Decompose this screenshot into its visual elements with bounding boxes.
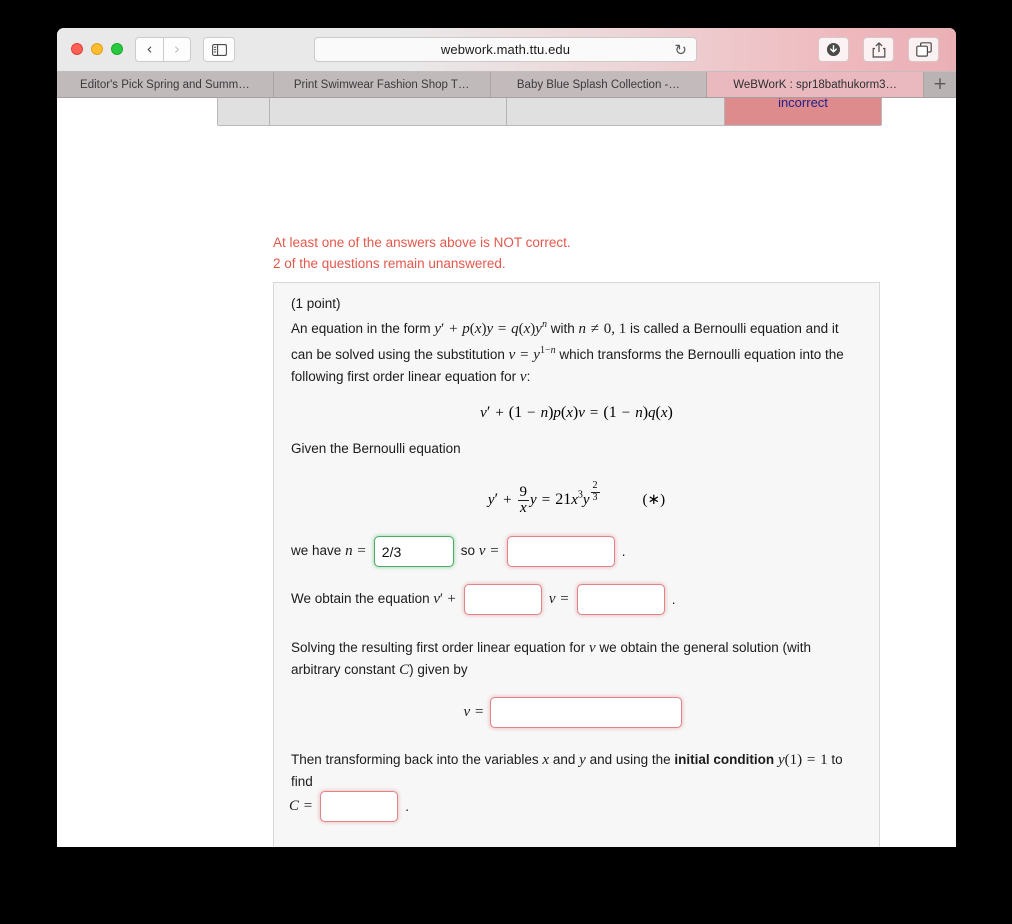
n-answer-row: we have n = so v = . (291, 536, 862, 568)
transform-back-paragraph: Then transforming back into the variable… (291, 749, 862, 792)
star-label: (∗) (642, 492, 666, 508)
fraction-2-over-3: 23 (590, 480, 600, 503)
C-equals-label: C = (289, 798, 313, 815)
new-tab-button[interactable]: + (924, 72, 956, 97)
browser-toolbar: ‹ › webwork.math.ttu.edu ↻ (57, 28, 956, 72)
display-equation-given-bernoulli: y′ + 9xy = 21x3y 2 3 (∗) (487, 480, 666, 516)
tab-label: WeBWorK : spr18bathukorm3… (733, 78, 898, 91)
tab-label: Baby Blue Splash Collection -… (516, 78, 680, 91)
show-all-tabs-button[interactable] (908, 37, 939, 62)
show-sidebar-button[interactable] (203, 37, 235, 62)
browser-tab-3[interactable]: Baby Blue Splash Collection -… (490, 72, 708, 97)
C-answer-input[interactable] (320, 791, 399, 823)
inline-math-x: x (542, 752, 550, 769)
page-viewport: incorrect At least one of the answers ab… (57, 98, 956, 847)
score-cell-2 (270, 98, 507, 125)
score-cell-1 (218, 98, 270, 125)
transform-and: and (552, 752, 576, 768)
close-window-button[interactable] (71, 43, 83, 55)
warning-message-1: At least one of the answers above is NOT… (273, 235, 571, 250)
inline-math-v: v (519, 369, 527, 385)
problem-panel: (1 point) An equation in the form y′ + p… (273, 282, 880, 847)
intro-text-b: with (550, 321, 575, 336)
C-answer-row: C = . (289, 791, 862, 823)
inline-math-n-condition: n ≠ 0, 1 (578, 321, 627, 337)
v-equals-label-2: v = (463, 704, 484, 721)
v-general-solution-input[interactable] (490, 697, 683, 729)
browser-tab-4-active[interactable]: WeBWorK : spr18bathukorm3… (707, 72, 924, 97)
score-cell-3 (507, 98, 725, 125)
n-answer-input[interactable] (373, 536, 454, 568)
transform-text-a: Then transforming back into the variable… (291, 752, 539, 768)
tabs-icon (915, 42, 932, 57)
initial-condition-label: initial condition (674, 752, 775, 768)
share-icon (872, 41, 885, 58)
so-v-label: so v = (460, 543, 499, 560)
rhs-v-input[interactable] (576, 584, 665, 616)
v-substitution-input[interactable] (506, 536, 615, 568)
chevron-right-icon: › (174, 40, 180, 58)
address-bar[interactable]: webwork.math.ttu.edu ↻ (314, 37, 697, 62)
browser-tab-2[interactable]: Print Swimwear Fashion Shop T… (273, 72, 491, 97)
minimize-window-button[interactable] (91, 43, 103, 55)
chevron-left-icon: ‹ (146, 40, 153, 58)
we-obtain-label: We obtain the equation v′ + (291, 591, 456, 608)
transform-text-b: and using the (589, 752, 671, 768)
downloads-button[interactable] (818, 37, 849, 62)
inline-math-v-2: v (588, 640, 596, 657)
sidebar-icon (211, 43, 227, 56)
problem-intro-paragraph: An equation in the form y′ + p(x)y = q(x… (291, 319, 844, 385)
coefficient-v-input[interactable] (463, 584, 542, 616)
fraction-9-over-x: 9x (517, 483, 530, 516)
score-summary-table: incorrect (217, 98, 882, 126)
inline-math-C: C (399, 662, 410, 679)
status-badge-label: incorrect (778, 98, 828, 110)
browser-tab-1[interactable]: Editor's Pick Spring and Summ… (57, 72, 274, 97)
points-label: (1 point) (291, 296, 341, 311)
browser-window: ‹ › webwork.math.ttu.edu ↻ Editor's Pick… (57, 28, 956, 847)
inline-math-substitution: v = y1−n (508, 345, 556, 363)
finally-paragraph: Finally we obtain the explicit solution … (291, 844, 862, 847)
download-icon (826, 42, 841, 57)
status-badge: incorrect (725, 98, 881, 125)
display-equation-linear-form: v′ + (1 − n)p(x)v = (1 − n)q(x) (480, 404, 673, 421)
v-equals-label: v = (548, 591, 569, 608)
solving-text-a: Solving the resulting first order linear… (291, 640, 586, 656)
general-solution-paragraph: Solving the resulting first order linear… (291, 637, 862, 681)
we-have-n-label: we have n = (291, 543, 366, 560)
period-1: . (621, 544, 626, 560)
inline-math-bernoulli-form: y′ + p(x)y = q(x)yn (434, 319, 547, 337)
tab-label: Editor's Pick Spring and Summ… (80, 78, 250, 91)
v-general-solution-row: v = (291, 697, 862, 729)
inline-math-y: y (579, 752, 586, 769)
tab-label: Print Swimwear Fashion Shop T… (293, 78, 470, 91)
back-button[interactable]: ‹ (135, 37, 163, 62)
address-text: webwork.math.ttu.edu (440, 42, 571, 57)
warning-message-2: 2 of the questions remain unanswered. (273, 256, 506, 271)
maximize-window-button[interactable] (111, 43, 123, 55)
intro-text-a: An equation in the form (291, 321, 431, 336)
equation-answer-row: We obtain the equation v′ + v = . (291, 584, 862, 616)
tab-bar: Editor's Pick Spring and Summ… Print Swi… (57, 72, 956, 98)
reload-icon[interactable]: ↻ (674, 42, 687, 59)
period-3: . (405, 799, 409, 815)
period-2: . (671, 592, 676, 608)
given-equation-label: Given the Bernoulli equation (291, 441, 461, 456)
share-button[interactable] (863, 37, 894, 62)
inline-math-initial-condition: y(1) = 1 (777, 752, 828, 769)
solving-text-c: ) given by (409, 662, 468, 678)
forward-button[interactable]: › (163, 37, 191, 62)
